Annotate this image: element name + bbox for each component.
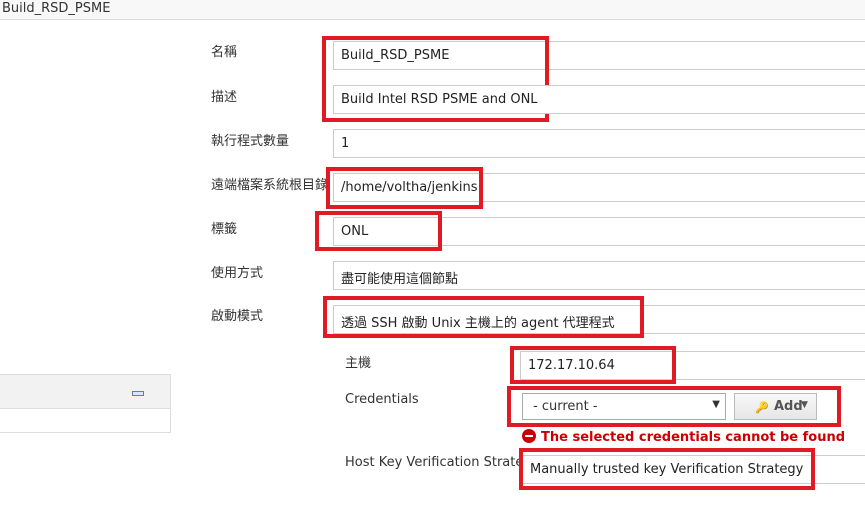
- highlight-box: [326, 167, 483, 209]
- name-label: 名稱: [211, 45, 238, 60]
- collapse-icon[interactable]: [132, 391, 144, 396]
- description-input[interactable]: Build Intel RSD PSME and ONL: [333, 85, 865, 114]
- description-label: 描述: [211, 90, 238, 105]
- highlight-box: [510, 346, 676, 384]
- error-icon: [522, 429, 536, 443]
- labels-label: 標籤: [211, 222, 238, 237]
- launch-label: 啟動模式: [211, 309, 264, 324]
- host-label: 主機: [345, 356, 372, 371]
- executors-label: 執行程式數量: [211, 134, 290, 149]
- top-bar: Build_RSD_PSME: [0, 0, 865, 20]
- usage-select[interactable]: 盡可能使用這個節點: [333, 261, 865, 290]
- credentials-label: Credentials: [345, 392, 419, 407]
- remote-fs-label: 遠端檔案系統根目錄: [211, 178, 329, 193]
- credentials-error: The selected credentials cannot be found: [522, 429, 845, 445]
- usage-label: 使用方式: [211, 266, 264, 281]
- side-panel-header: [0, 375, 170, 409]
- breadcrumb-node-name[interactable]: Build_RSD_PSME: [2, 1, 110, 16]
- executors-input[interactable]: 1: [333, 129, 865, 158]
- hkvs-label: Host Key Verification Strategy: [345, 455, 540, 470]
- side-panel: [0, 374, 171, 433]
- highlight-box: [323, 296, 644, 338]
- highlight-box: [315, 211, 442, 251]
- highlight-box: [507, 386, 841, 427]
- highlight-box: [519, 448, 815, 490]
